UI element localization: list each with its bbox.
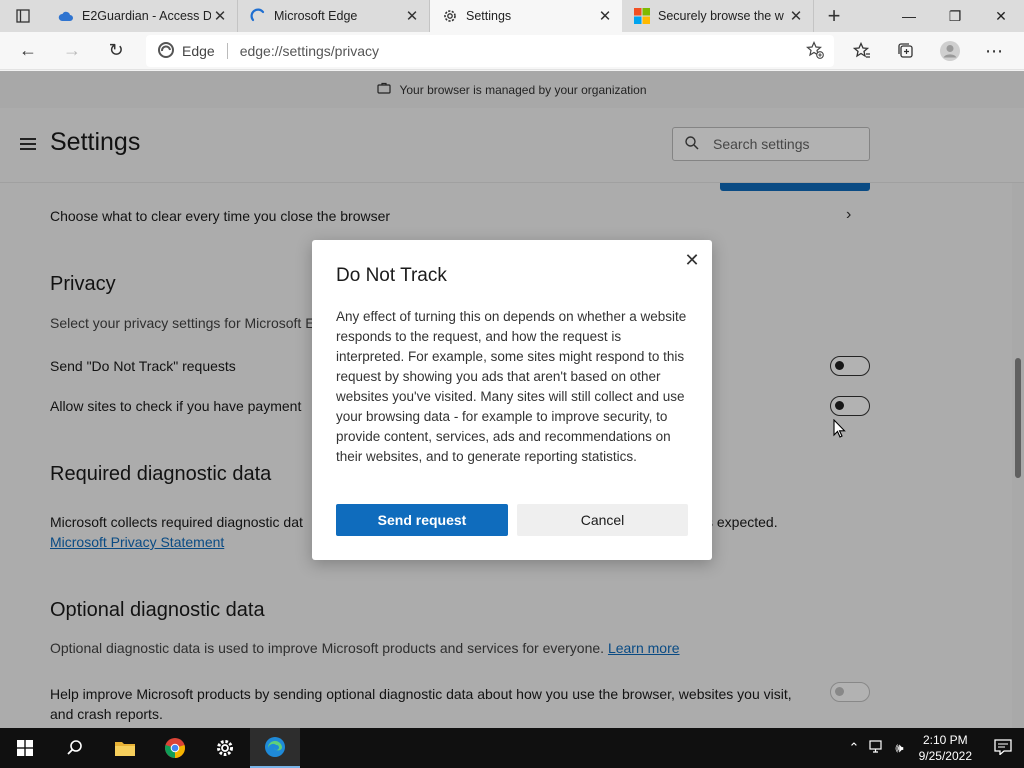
tab-e2guardian[interactable]: E2Guardian - Access De ✕ xyxy=(46,0,238,32)
file-explorer-icon xyxy=(115,742,135,756)
search-icon xyxy=(67,740,82,755)
chrome-icon xyxy=(165,738,185,758)
edge-icon xyxy=(158,41,174,61)
start-icon xyxy=(17,740,33,756)
tab-securely-browse[interactable]: Securely browse the w ✕ xyxy=(622,0,814,32)
volume-icon[interactable]: 🕪 xyxy=(890,740,908,756)
do-not-track-dialog: Do Not Track ✕ Any effect of turning thi… xyxy=(312,240,712,560)
address-separator xyxy=(226,43,228,59)
chevron-up-icon[interactable]: ⌃ xyxy=(844,740,865,756)
url-text[interactable]: edge://settings/privacy xyxy=(240,43,379,59)
arrow-right-icon: → xyxy=(63,40,81,60)
edge-taskbar-button[interactable] xyxy=(250,728,300,768)
dialog-title: Do Not Track xyxy=(336,265,447,286)
favorites-button[interactable] xyxy=(840,32,884,70)
close-icon[interactable]: ✕ xyxy=(596,7,614,25)
tab-microsoft-edge[interactable]: Microsoft Edge ✕ xyxy=(238,0,430,32)
file-explorer-button[interactable] xyxy=(100,728,150,768)
forward-button[interactable]: → xyxy=(50,32,94,70)
system-tray: ⌃ 🕪 2:10 PM 9/25/2022 xyxy=(844,732,1024,764)
send-request-button[interactable]: Send request xyxy=(336,504,508,536)
chrome-button[interactable] xyxy=(150,728,200,768)
back-button[interactable]: ← xyxy=(6,32,50,70)
windows-taskbar: ⌃ 🕪 2:10 PM 9/25/2022 xyxy=(0,728,1024,768)
gear-icon xyxy=(442,8,458,24)
plus-icon: + xyxy=(827,3,841,28)
minimize-button[interactable]: — xyxy=(886,0,932,32)
tab-actions-icon xyxy=(16,9,30,23)
restore-button[interactable]: ❐ xyxy=(932,0,978,32)
tab-title: Microsoft Edge xyxy=(274,9,358,23)
avatar xyxy=(940,41,960,61)
close-window-button[interactable]: ✕ xyxy=(978,0,1024,32)
profile-button[interactable] xyxy=(928,32,972,70)
toolbar-right: ⋯ xyxy=(840,32,1016,70)
mouse-cursor-icon xyxy=(833,418,847,444)
close-icon[interactable]: ✕ xyxy=(211,7,229,25)
tab-title: E2Guardian - Access De xyxy=(82,9,211,23)
tab-actions-button[interactable] xyxy=(0,0,46,32)
favorites-icon xyxy=(853,42,870,58)
edge-icon xyxy=(265,737,285,757)
clock-date: 9/25/2022 xyxy=(918,749,972,763)
tab-title: Settings xyxy=(466,9,512,23)
more-icon: ⋯ xyxy=(985,40,1003,61)
tab-settings[interactable]: Settings ✕ xyxy=(430,0,622,32)
tab-strip: E2Guardian - Access De ✕ Microsoft Edge … xyxy=(0,0,1024,32)
add-favorite-icon[interactable] xyxy=(806,41,824,62)
start-button[interactable] xyxy=(0,728,50,768)
settings-icon xyxy=(217,740,233,756)
tab-title: Securely browse the w xyxy=(658,9,784,23)
edge-loading-icon xyxy=(250,8,266,24)
settings-app-button[interactable] xyxy=(200,728,250,768)
refresh-button[interactable]: ↻ xyxy=(94,32,138,70)
cancel-button[interactable]: Cancel xyxy=(517,504,688,536)
dialog-body: Any effect of turning this on depends on… xyxy=(336,309,687,464)
arrow-left-icon: ← xyxy=(19,40,37,60)
window-controls: — ❐ ✕ xyxy=(886,0,1024,32)
refresh-icon: ↻ xyxy=(108,40,124,60)
close-icon[interactable]: ✕ xyxy=(682,250,702,270)
microsoft-logo-icon xyxy=(634,8,650,24)
taskbar-search-button[interactable] xyxy=(50,728,100,768)
collections-button[interactable] xyxy=(884,32,928,70)
collections-icon xyxy=(898,43,913,58)
more-menu-button[interactable]: ⋯ xyxy=(972,32,1016,70)
taskbar-clock[interactable]: 2:10 PM 9/25/2022 xyxy=(909,732,982,764)
cloud-icon xyxy=(58,8,74,24)
address-bar[interactable]: Edge edge://settings/privacy xyxy=(146,35,834,67)
site-identity-label: Edge xyxy=(182,43,215,59)
new-tab-button[interactable]: + xyxy=(814,0,854,32)
close-icon[interactable]: ✕ xyxy=(787,7,805,25)
notifications-icon[interactable] xyxy=(982,738,1024,758)
close-icon[interactable]: ✕ xyxy=(403,7,421,25)
clock-time: 2:10 PM xyxy=(922,733,968,747)
browser-toolbar: ← → ↻ Edge edge://settings/privacy ⋯ xyxy=(0,32,1024,70)
network-icon[interactable] xyxy=(864,739,890,757)
